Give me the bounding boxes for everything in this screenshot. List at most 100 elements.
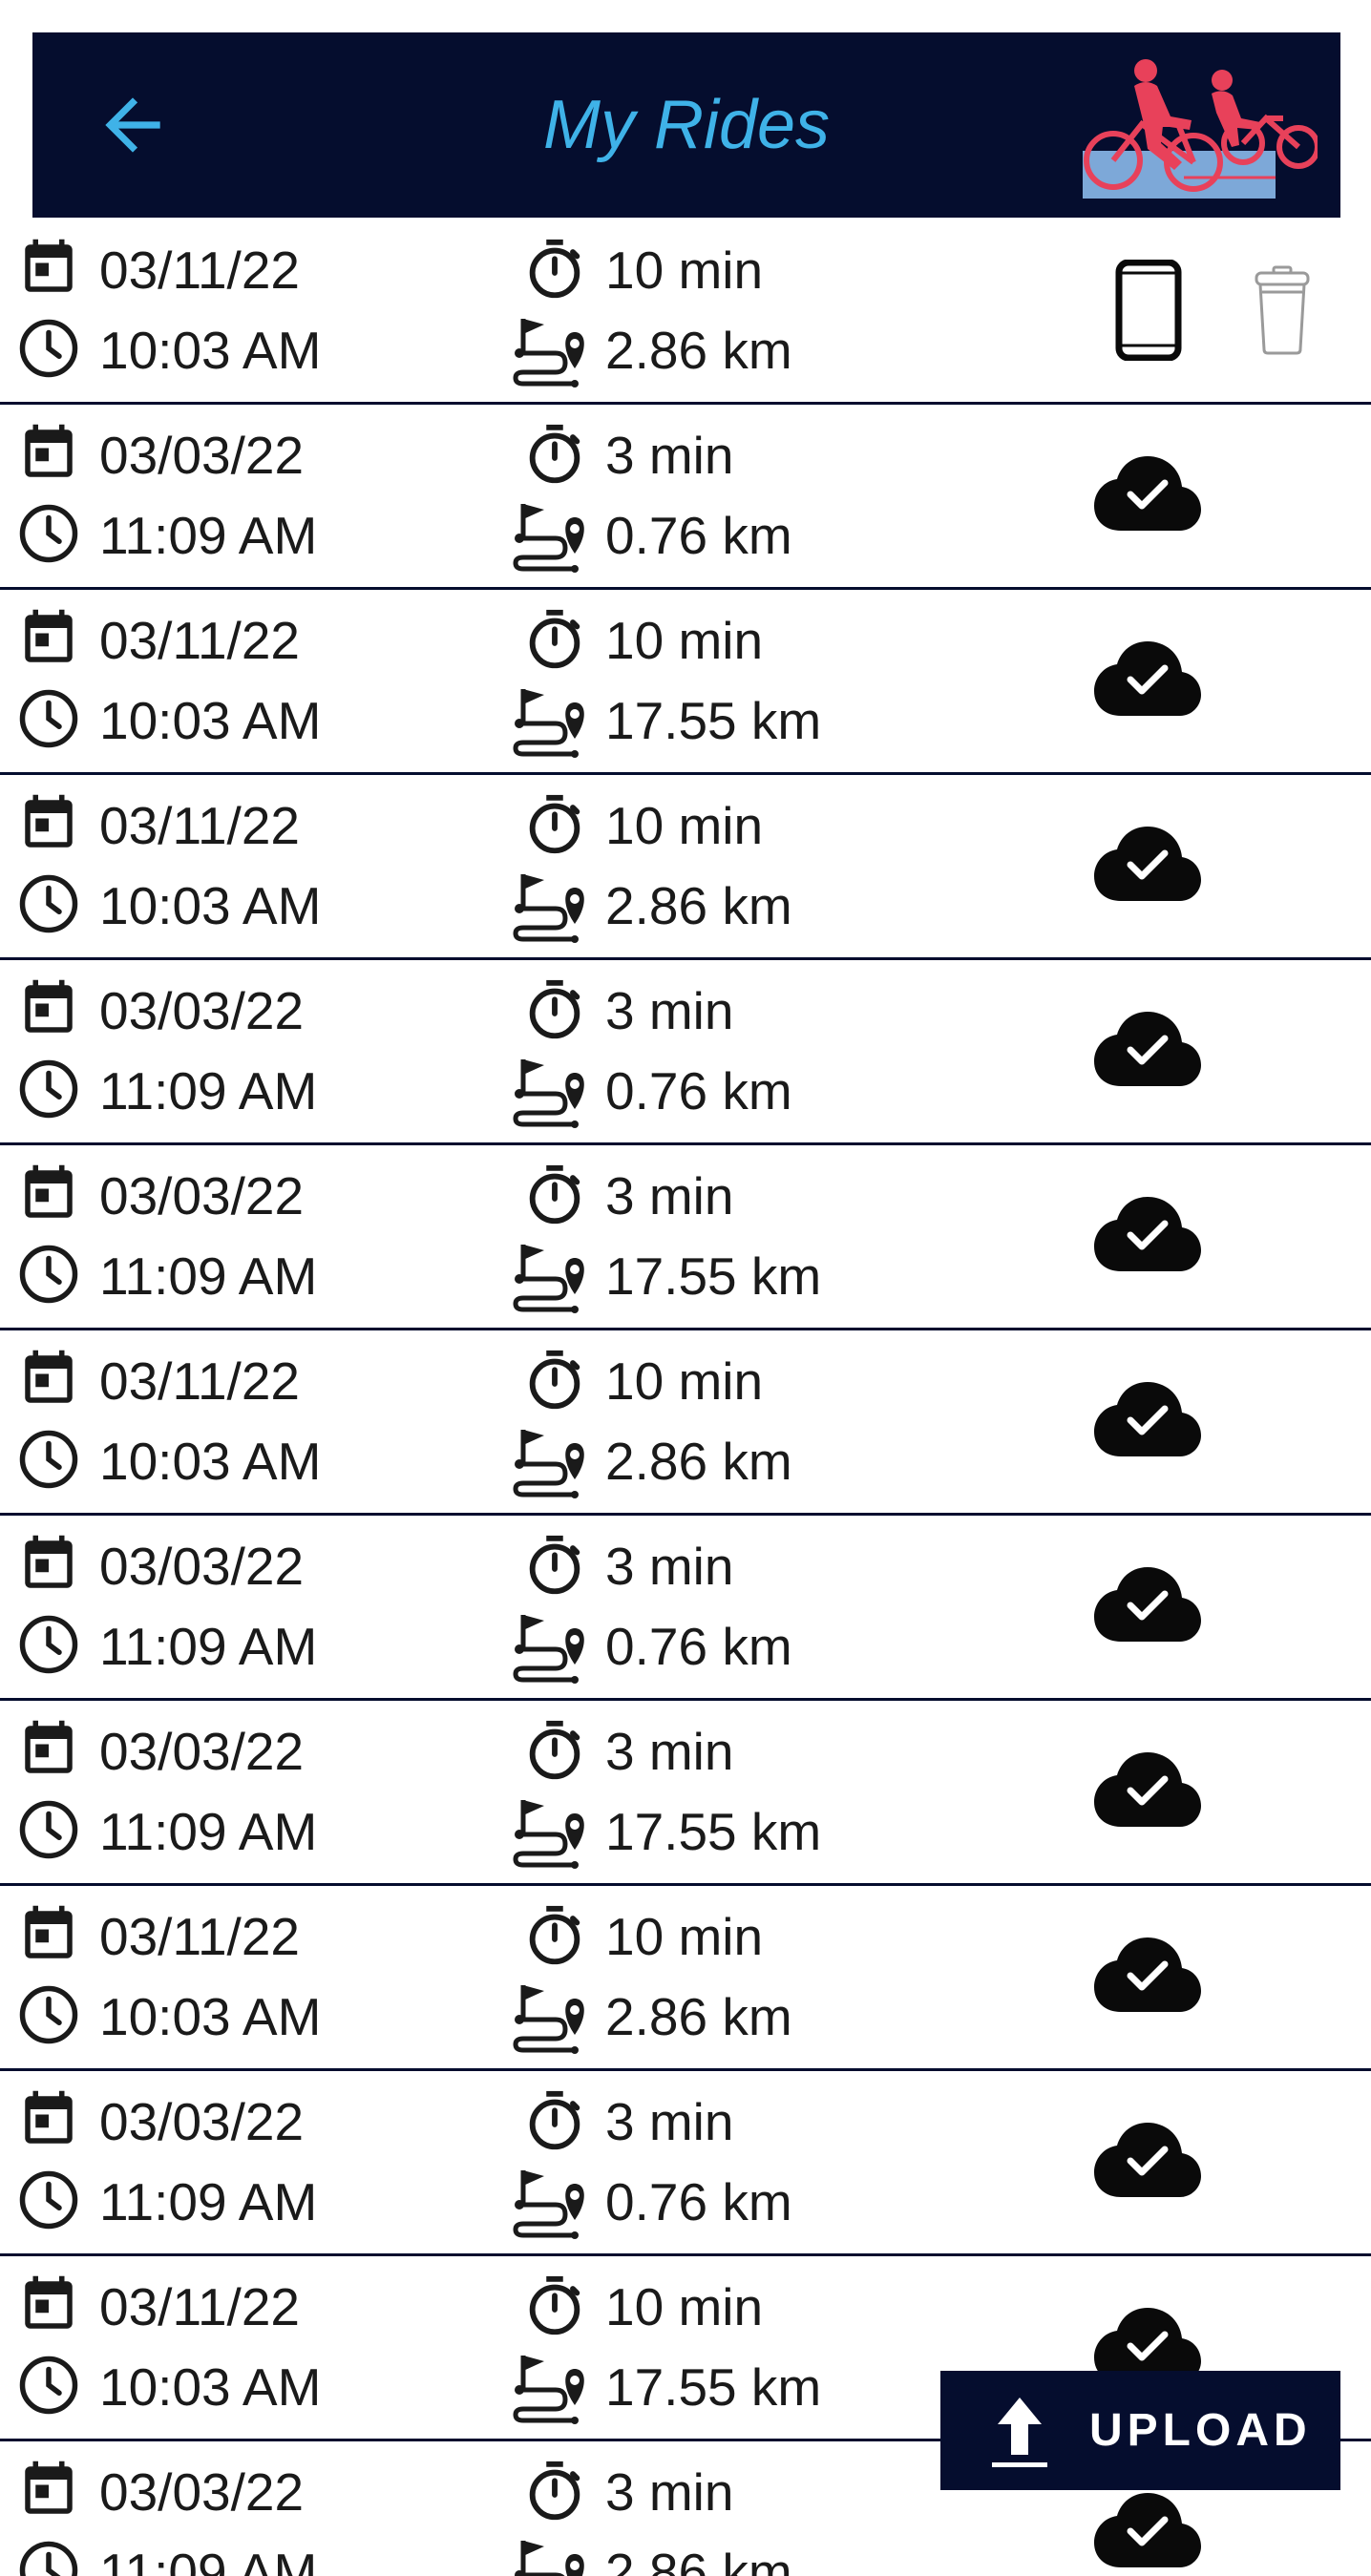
clock-icon: [17, 872, 80, 935]
ride-distance: 2.86 km: [605, 1432, 792, 1491]
trash-icon[interactable]: [1247, 263, 1318, 355]
ride-date: 03/03/22: [99, 1166, 305, 1225]
clock-icon: [17, 2539, 80, 2576]
ride-duration: 3 min: [605, 981, 734, 1040]
stopwatch-icon: [521, 2459, 588, 2525]
stopwatch-icon: [521, 977, 588, 1044]
ride-row[interactable]: 03/11/22 10:03 AM 10 min 2.86 km: [0, 1330, 1371, 1516]
ride-date: 03/03/22: [99, 426, 305, 485]
ride-distance: 0.76 km: [605, 1061, 792, 1120]
stopwatch-icon: [521, 1718, 588, 1785]
upload-button[interactable]: UPLOAD: [940, 2371, 1340, 2490]
app-header: My Rides: [32, 32, 1340, 218]
upload-icon: [992, 2398, 1047, 2467]
ride-duration: 10 min: [605, 1351, 764, 1411]
ride-row[interactable]: 03/11/22 10:03 AM 10 min 2.86 km: [0, 1886, 1371, 2071]
clock-icon: [17, 1058, 80, 1120]
route-icon: [512, 2167, 596, 2239]
ride-duration: 3 min: [605, 426, 734, 485]
ride-time: 10:03 AM: [99, 876, 322, 935]
calendar-icon: [17, 1162, 80, 1225]
clock-icon: [17, 502, 80, 565]
ride-distance: 0.76 km: [605, 2172, 792, 2231]
ride-row[interactable]: 03/11/22 10:03 AM 10 min 17.55 km: [0, 590, 1371, 775]
ride-date: 03/11/22: [99, 796, 301, 855]
ride-time: 10:03 AM: [99, 2357, 322, 2417]
ride-time: 11:09 AM: [99, 506, 318, 565]
ride-distance: 17.55 km: [605, 1802, 822, 1861]
calendar-icon: [17, 977, 80, 1040]
ride-date: 03/11/22: [99, 241, 301, 300]
route-icon: [512, 315, 596, 387]
cloud-check-icon[interactable]: [1092, 1008, 1203, 1088]
cloud-check-icon[interactable]: [1092, 823, 1203, 903]
cloud-check-icon[interactable]: [1092, 2119, 1203, 2199]
stopwatch-icon: [521, 1348, 588, 1414]
ride-date: 03/03/22: [99, 1537, 305, 1596]
ride-distance: 2.86 km: [605, 876, 792, 935]
ride-time: 11:09 AM: [99, 2172, 318, 2231]
ride-row[interactable]: 03/03/22 11:09 AM 3 min 0.76 km: [0, 960, 1371, 1145]
ride-row[interactable]: 03/03/22 11:09 AM 3 min 17.55 km: [0, 1701, 1371, 1886]
calendar-icon: [17, 2459, 80, 2522]
route-icon: [512, 2537, 596, 2576]
ride-row[interactable]: 03/03/22 11:09 AM 3 min 0.76 km: [0, 2071, 1371, 2256]
ride-distance: 2.86 km: [605, 1987, 792, 2046]
ride-time: 10:03 AM: [99, 1432, 322, 1491]
route-icon: [512, 500, 596, 573]
ride-duration: 10 min: [605, 241, 764, 300]
stopwatch-icon: [521, 1903, 588, 1970]
upload-label: UPLOAD: [1089, 2405, 1312, 2456]
ride-time: 10:03 AM: [99, 321, 322, 380]
ride-distance: 2.86 km: [605, 2543, 792, 2576]
stopwatch-icon: [521, 2273, 588, 2340]
ride-date: 03/03/22: [99, 2092, 305, 2151]
cloud-check-icon[interactable]: [1092, 1749, 1203, 1829]
calendar-icon: [17, 422, 80, 485]
ride-row[interactable]: 03/03/22 11:09 AM 3 min 0.76 km: [0, 1516, 1371, 1701]
smartphone-icon: [1115, 259, 1182, 362]
clock-icon: [17, 1798, 80, 1861]
cloud-check-icon[interactable]: [1092, 1193, 1203, 1273]
stopwatch-icon: [521, 1533, 588, 1600]
cloud-check-icon[interactable]: [1092, 2489, 1203, 2569]
cloud-check-icon[interactable]: [1092, 452, 1203, 533]
ride-row[interactable]: 03/03/22 11:09 AM 3 min 0.76 km: [0, 405, 1371, 590]
cloud-check-icon[interactable]: [1092, 638, 1203, 718]
stopwatch-icon: [521, 1162, 588, 1229]
route-icon: [512, 1056, 596, 1128]
cloud-check-icon[interactable]: [1092, 1378, 1203, 1458]
calendar-icon: [17, 1903, 80, 1966]
ride-time: 10:03 AM: [99, 691, 322, 750]
cloud-check-icon[interactable]: [1092, 1934, 1203, 2014]
route-icon: [512, 2352, 596, 2424]
ride-distance: 0.76 km: [605, 1617, 792, 1676]
ride-row[interactable]: 03/11/22 10:03 AM 10 min 2.86 km: [0, 220, 1371, 405]
ride-date: 03/11/22: [99, 2277, 301, 2336]
ride-time: 11:09 AM: [99, 1617, 318, 1676]
stopwatch-icon: [521, 607, 588, 674]
ride-duration: 10 min: [605, 611, 764, 670]
ride-date: 03/11/22: [99, 1351, 301, 1411]
ride-duration: 3 min: [605, 1166, 734, 1225]
ride-distance: 0.76 km: [605, 506, 792, 565]
ride-duration: 3 min: [605, 2092, 734, 2151]
ride-time: 11:09 AM: [99, 2543, 318, 2576]
calendar-icon: [17, 237, 80, 300]
route-icon: [512, 1241, 596, 1313]
clock-icon: [17, 2354, 80, 2417]
ride-duration: 10 min: [605, 2277, 764, 2336]
clock-icon: [17, 2168, 80, 2231]
ride-date: 03/03/22: [99, 2462, 305, 2522]
route-icon: [512, 1796, 596, 1869]
clock-icon: [17, 687, 80, 750]
calendar-icon: [17, 2088, 80, 2151]
cloud-check-icon[interactable]: [1092, 1563, 1203, 1644]
ride-row[interactable]: 03/11/22 10:03 AM 10 min 2.86 km: [0, 775, 1371, 960]
clock-icon: [17, 1983, 80, 2046]
calendar-icon: [17, 2273, 80, 2336]
ride-duration: 10 min: [605, 1907, 764, 1966]
calendar-icon: [17, 607, 80, 670]
ride-row[interactable]: 03/03/22 11:09 AM 3 min 17.55 km: [0, 1145, 1371, 1330]
ride-time: 11:09 AM: [99, 1246, 318, 1306]
